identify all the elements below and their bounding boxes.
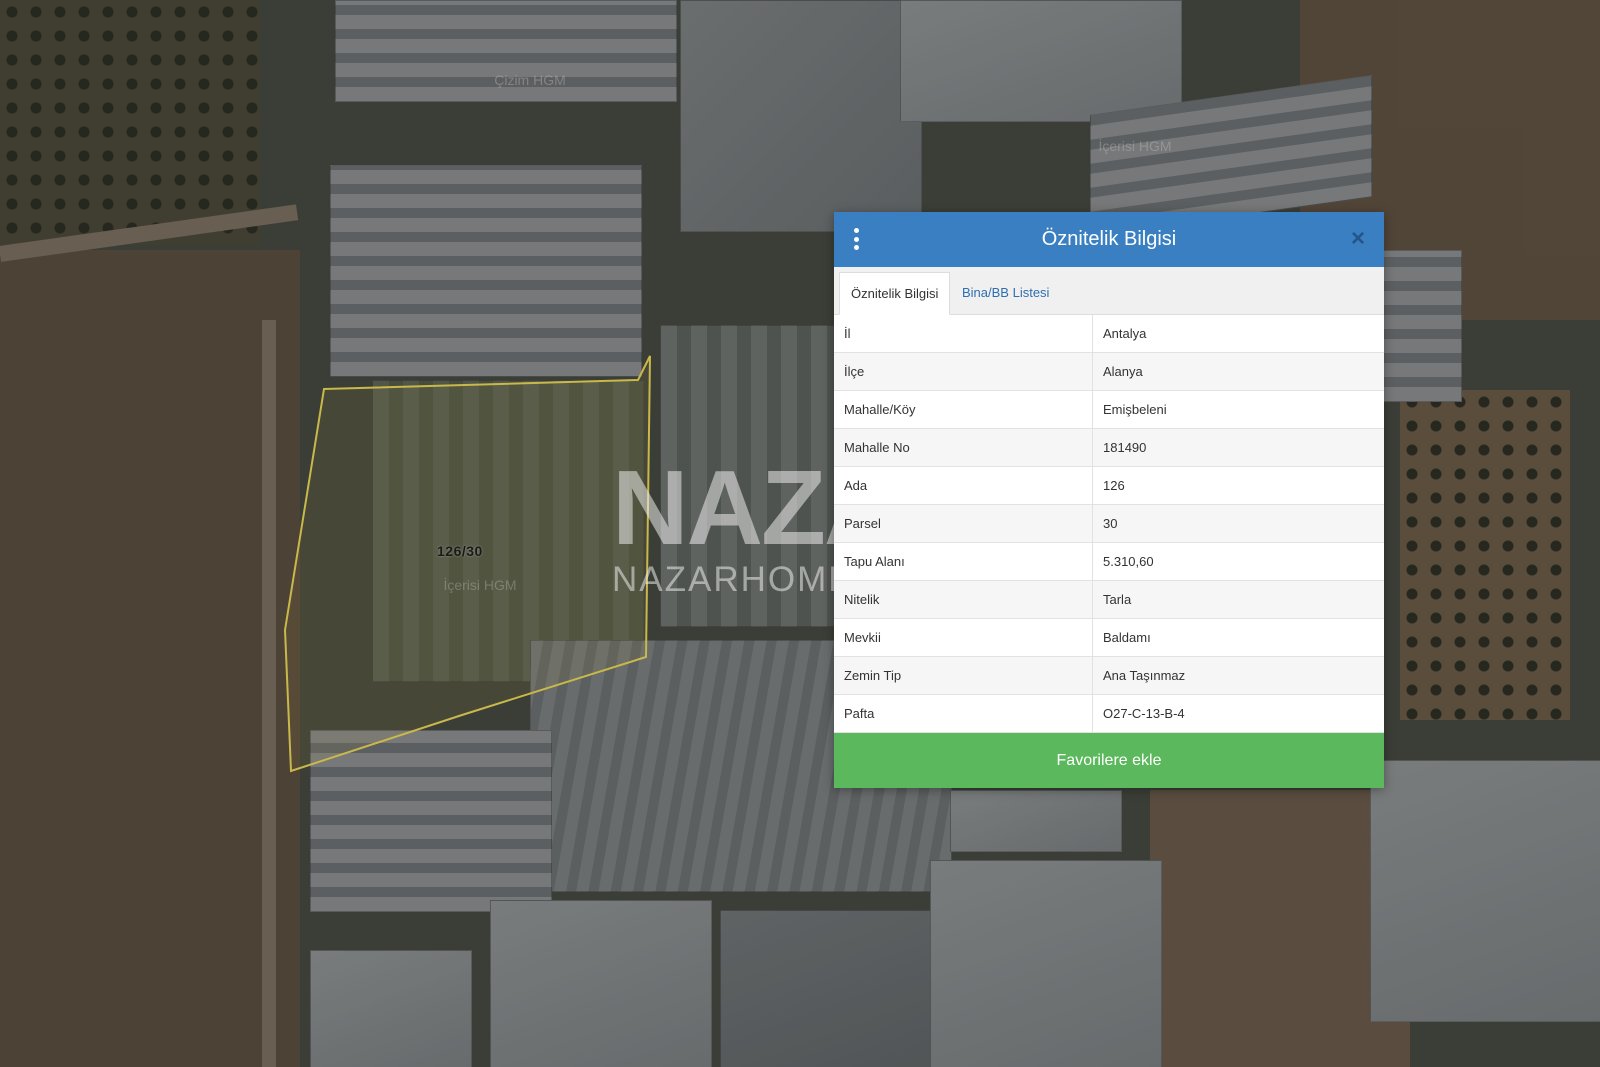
attribute-key: İl <box>834 315 1093 353</box>
attribute-value: 181490 <box>1092 428 1384 467</box>
attribute-key: Ada <box>834 466 1093 505</box>
attribute-value: Baldamı <box>1092 618 1384 657</box>
table-row: Tapu Alanı 5.310,60 <box>834 542 1384 581</box>
table-row: Parsel 30 <box>834 504 1384 543</box>
attribute-value: Ana Taşınmaz <box>1092 656 1384 695</box>
table-row: Mahalle No 181490 <box>834 428 1384 467</box>
attribute-info-popup: Öznitelik Bilgisi × Öznitelik Bilgisi Bi… <box>834 212 1384 788</box>
table-row: Zemin Tip Ana Taşınmaz <box>834 656 1384 695</box>
close-icon[interactable]: × <box>1346 227 1370 251</box>
attribute-value: 5.310,60 <box>1092 542 1384 581</box>
attribute-key: Nitelik <box>834 580 1093 619</box>
attribute-value: 30 <box>1092 504 1384 543</box>
table-row: Ada 126 <box>834 466 1384 505</box>
add-to-favorites-button[interactable]: Favorilere ekle <box>834 733 1384 788</box>
table-row: Mahalle/Köy Emişbeleni <box>834 390 1384 429</box>
attribute-key: İlçe <box>834 352 1093 391</box>
attribute-key: Mahalle/Köy <box>834 390 1093 429</box>
table-row: Nitelik Tarla <box>834 580 1384 619</box>
attribute-key: Mevkii <box>834 618 1093 657</box>
popup-tabs: Öznitelik Bilgisi Bina/BB Listesi <box>834 267 1384 315</box>
table-row: Pafta O27-C-13-B-4 <box>834 694 1384 733</box>
popup-header: Öznitelik Bilgisi × <box>834 212 1384 267</box>
table-row: Mevkii Baldamı <box>834 618 1384 657</box>
popup-title: Öznitelik Bilgisi <box>1041 228 1177 250</box>
attribute-key: Tapu Alanı <box>834 542 1093 581</box>
tab-attribute-info[interactable]: Öznitelik Bilgisi <box>839 272 951 315</box>
attribute-value: Antalya <box>1092 315 1384 353</box>
attribute-value: O27-C-13-B-4 <box>1092 694 1384 733</box>
attribute-value: Alanya <box>1092 352 1384 391</box>
attribute-key: Mahalle No <box>834 428 1093 467</box>
attribute-key: Pafta <box>834 694 1093 733</box>
attribute-key: Zemin Tip <box>834 656 1093 695</box>
table-row: İl Antalya <box>834 315 1384 353</box>
tab-building-list[interactable]: Bina/BB Listesi <box>951 272 1060 314</box>
attribute-value: Emişbeleni <box>1092 390 1384 429</box>
attribute-table: İl Antalya İlçe Alanya Mahalle/Köy Emişbeleni… <box>834 315 1384 733</box>
parcel-number-label: 126/30 <box>437 543 483 559</box>
attribute-value: 126 <box>1092 466 1384 505</box>
attribute-value: Tarla <box>1092 580 1384 619</box>
attribute-key: Parsel <box>834 504 1093 543</box>
table-row: İlçe Alanya <box>834 352 1384 391</box>
